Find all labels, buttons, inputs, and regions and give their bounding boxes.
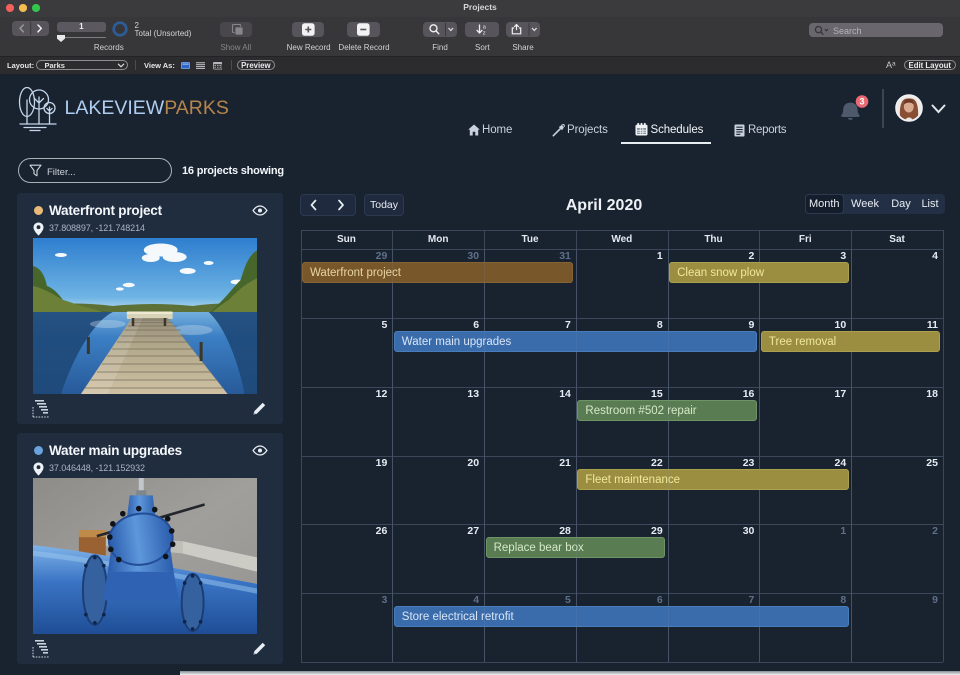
svg-text:3: 3 bbox=[859, 97, 864, 107]
svg-text:z: z bbox=[483, 31, 486, 37]
